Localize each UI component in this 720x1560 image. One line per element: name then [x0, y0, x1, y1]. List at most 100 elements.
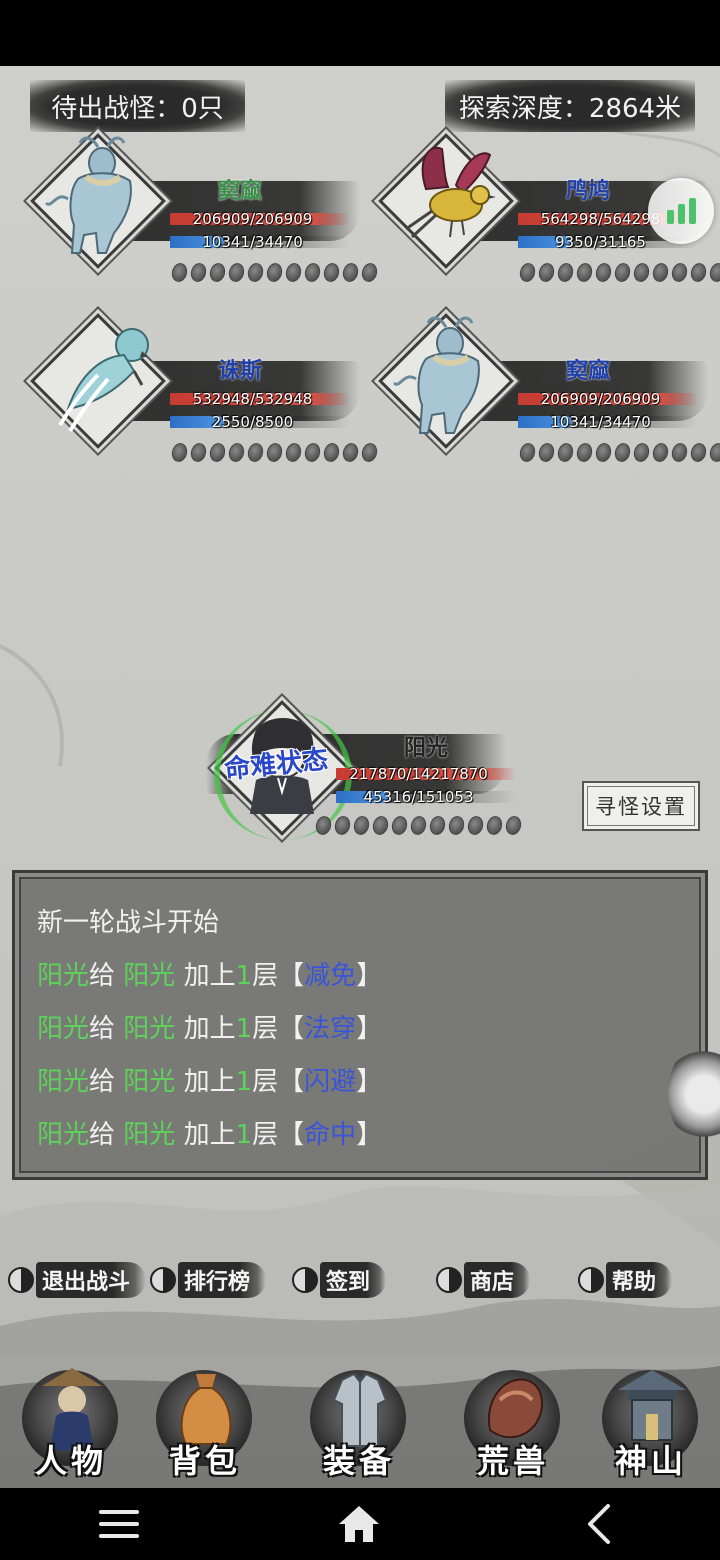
seed-icon	[593, 261, 614, 284]
mp-value: 45316/151053	[363, 788, 474, 806]
seed-row	[517, 441, 720, 464]
seed-icon	[574, 441, 595, 464]
nav-sacred-mountain[interactable]: 神山	[592, 1356, 710, 1488]
battle-log-lines: 新一轮战斗开始 阳光给 阳光 加上1层【减免】 阳光给 阳光 加上1层【法穿】 …	[37, 903, 382, 1168]
yin-yang-icon	[436, 1267, 462, 1293]
monster-name: 窫窳	[565, 358, 610, 384]
seed-icon	[484, 814, 505, 837]
seed-icon	[188, 441, 209, 464]
seed-icon	[321, 441, 342, 464]
seed-icon	[245, 441, 266, 464]
monster-card[interactable]: 窫窳 206909/206909 10341/34470	[30, 133, 380, 301]
penguin-float-icon[interactable]	[668, 1046, 720, 1142]
seed-icon	[631, 441, 652, 464]
back-icon[interactable]	[574, 1502, 624, 1546]
seed-icon	[669, 261, 690, 284]
seed-icon	[707, 261, 720, 284]
blue-bird-portrait	[58, 328, 149, 433]
seed-icon	[707, 441, 720, 464]
seed-icon	[351, 814, 372, 837]
seed-row	[169, 441, 380, 464]
mp-bar: 2550/8500	[170, 412, 355, 432]
hp-bar: 532948/532948	[170, 389, 355, 409]
waiting-monsters-label: 待出战怪：0只	[30, 80, 245, 132]
explore-depth-label: 探索深度：2864米	[445, 80, 695, 132]
menu-icon[interactable]	[94, 1502, 144, 1546]
nav-character[interactable]: 人物	[12, 1356, 130, 1488]
seed-icon	[465, 814, 486, 837]
seed-icon	[503, 814, 524, 837]
seed-icon	[517, 441, 538, 464]
log-line: 阳光给 阳光 加上1层【命中】	[37, 1120, 383, 1150]
seed-icon	[688, 441, 709, 464]
seed-icon	[313, 814, 334, 837]
mp-value: 2550/8500	[211, 413, 294, 431]
seed-icon	[264, 441, 285, 464]
seed-icon	[302, 261, 323, 284]
seed-icon	[536, 261, 557, 284]
seed-icon	[359, 261, 380, 284]
seed-icon	[169, 441, 190, 464]
monster-name: 诛斯	[217, 358, 262, 384]
mp-bar: 45316/151053	[336, 787, 521, 807]
stats-float-icon[interactable]	[648, 178, 714, 244]
ranking-button[interactable]: 排行榜	[150, 1258, 267, 1302]
exit-battle-button[interactable]: 退出战斗	[8, 1258, 147, 1302]
seed-icon	[612, 441, 633, 464]
hp-value: 532948/532948	[192, 390, 313, 408]
seed-icon	[340, 261, 361, 284]
seed-row	[169, 261, 380, 284]
mp-value: 10341/34470	[202, 233, 303, 251]
seed-icon	[688, 261, 709, 284]
log-line: 阳光给 阳光 加上1层【闪避】	[37, 1067, 383, 1097]
home-icon[interactable]	[334, 1502, 384, 1546]
monster-name: 鸤鸠	[565, 178, 610, 204]
seed-icon	[427, 814, 448, 837]
action-bar: 退出战斗 排行榜 签到 商店 帮助	[0, 1258, 720, 1308]
seed-icon	[245, 261, 266, 284]
yin-yang-icon	[578, 1267, 604, 1293]
seed-icon	[517, 261, 538, 284]
seed-icon	[264, 261, 285, 284]
mp-value: 10341/34470	[550, 413, 651, 431]
hero-name: 阳光	[403, 735, 448, 761]
seed-icon	[283, 261, 304, 284]
hero-card[interactable]: 命难状态 阳光 217870/14217870 45316/151053	[206, 700, 526, 856]
status-bar	[0, 0, 720, 66]
log-line: 阳光给 阳光 加上1层【减免】	[37, 961, 383, 991]
seed-icon	[650, 261, 671, 284]
seed-icon	[669, 441, 690, 464]
seed-icon	[612, 261, 633, 284]
monster-card[interactable]: 窫窳 206909/206909 10341/34470	[378, 313, 720, 481]
seed-icon	[555, 441, 576, 464]
seed-icon	[332, 814, 353, 837]
monster-name: 窫窳	[217, 178, 262, 204]
qilin-beast-portrait	[392, 316, 480, 434]
seed-icon	[188, 261, 209, 284]
seed-icon	[593, 441, 614, 464]
sign-in-button[interactable]: 签到	[292, 1258, 387, 1302]
golden-bird-portrait	[405, 146, 496, 239]
log-line: 阳光给 阳光 加上1层【法穿】	[37, 1014, 383, 1044]
battle-log-panel: 新一轮战斗开始 阳光给 阳光 加上1层【减免】 阳光给 阳光 加上1层【法穿】 …	[12, 870, 708, 1180]
nav-equipment[interactable]: 装备	[300, 1356, 418, 1488]
shop-button[interactable]: 商店	[436, 1258, 531, 1302]
hp-value: 206909/206909	[192, 210, 313, 228]
nav-bag[interactable]: 背包	[146, 1356, 264, 1488]
qilin-beast-portrait	[44, 136, 132, 254]
monster-card[interactable]: 诛斯 532948/532948 2550/8500	[30, 313, 380, 481]
seed-icon	[408, 814, 429, 837]
hp-bar: 206909/206909	[518, 389, 703, 409]
seed-row	[313, 814, 524, 837]
hp-value: 217870/14217870	[349, 765, 488, 783]
help-button[interactable]: 帮助	[578, 1258, 673, 1302]
yin-yang-icon	[292, 1267, 318, 1293]
nav-wild-beasts[interactable]: 荒兽	[454, 1356, 572, 1488]
seed-icon	[446, 814, 467, 837]
log-line: 新一轮战斗开始	[37, 908, 220, 938]
seed-icon	[574, 261, 595, 284]
seed-icon	[283, 441, 304, 464]
seed-icon	[370, 814, 391, 837]
find-monster-settings-button[interactable]: 寻怪设置	[582, 781, 700, 831]
seed-icon	[169, 261, 190, 284]
